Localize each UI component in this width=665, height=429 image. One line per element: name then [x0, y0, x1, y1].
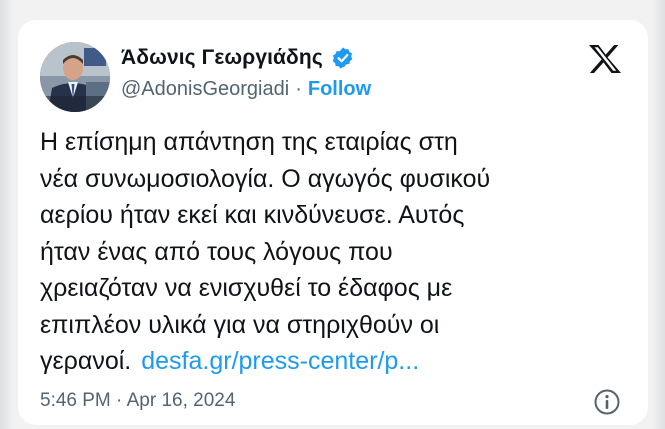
tweet-card: Άδωνις Γεωργιάδης @AdonisGeorgiadi · Fol… — [18, 20, 648, 425]
avatar[interactable] — [40, 42, 110, 112]
tweet-body: Η επίσημη απάντηση της εταιρίας στη νέα … — [40, 124, 630, 380]
author-name-row: Άδωνις Γεωργιάδης — [121, 46, 355, 70]
avatar-image — [40, 42, 110, 112]
verified-badge-icon — [332, 47, 353, 69]
screenshot-frame: Άδωνις Γεωργιάδης @AdonisGeorgiadi · Fol… — [0, 0, 665, 429]
follow-button[interactable]: Follow — [308, 78, 371, 101]
author-handle-row: @AdonisGeorgiadi · Follow — [121, 78, 371, 101]
separator-dot: · — [295, 78, 302, 100]
x-logo-icon[interactable] — [588, 44, 622, 74]
tweet-link[interactable]: desfa.gr/press-center/p... — [141, 347, 419, 375]
tweet-timestamp[interactable]: 5:46 PM · Apr 16, 2024 — [40, 390, 235, 412]
tweet-text: Η επίσημη απάντηση της εταιρίας στη νέα … — [40, 128, 491, 375]
info-icon[interactable] — [593, 388, 621, 416]
author-handle[interactable]: @AdonisGeorgiadi — [121, 78, 289, 101]
author-display-name[interactable]: Άδωνις Γεωργιάδης — [121, 46, 323, 70]
